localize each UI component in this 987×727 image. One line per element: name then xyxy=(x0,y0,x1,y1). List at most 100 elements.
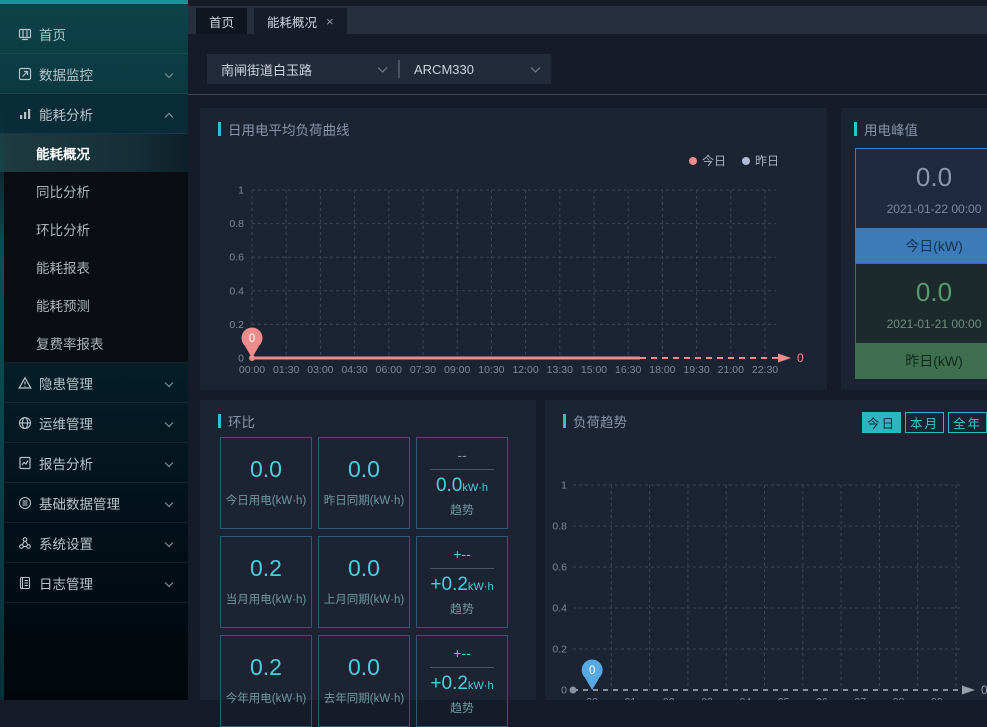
svg-text:0.6: 0.6 xyxy=(552,562,567,574)
area-select[interactable]: 南闸街道白玉路 xyxy=(207,54,398,84)
sidebar-item-label: 数据监控 xyxy=(39,64,93,84)
device-select[interactable]: ARCM330 xyxy=(400,54,551,84)
huanbi-title: 环比 xyxy=(218,411,255,431)
sidebar-item-data-monitor[interactable]: 数据监控 xyxy=(0,54,188,94)
peak-date: 2021-01-21 00:00 xyxy=(856,317,987,331)
sidebar-subitem-tariff-report[interactable]: 复费率报表 xyxy=(0,324,188,362)
svg-text:0: 0 xyxy=(561,685,567,697)
analysis-icon xyxy=(18,107,32,121)
daily-load-curve-card: 日用电平均负荷曲线 今日 昨日 00.20.40.60.8100:0001:30… xyxy=(200,108,827,390)
svg-text:0: 0 xyxy=(797,351,804,365)
svg-text:03: 03 xyxy=(701,696,713,700)
sidebar-item-label: 运维管理 xyxy=(39,413,93,433)
trend-unit: kW·h xyxy=(468,680,494,692)
device-select-value: ARCM330 xyxy=(414,62,474,77)
svg-text:09:00: 09:00 xyxy=(444,364,470,376)
sidebar-subitem-energy-forecast[interactable]: 能耗预测 xyxy=(0,286,188,324)
trend-top: +-- xyxy=(453,547,471,561)
subitem-label: 能耗概况 xyxy=(36,143,90,163)
stat-cell-today-usage: 0.0 今日用电(kW·h) xyxy=(220,437,312,529)
svg-text:0.4: 0.4 xyxy=(229,285,244,297)
chevron-down-icon xyxy=(530,62,541,77)
database-icon xyxy=(18,496,32,510)
trend-label: 趋势 xyxy=(450,501,474,518)
trend-cell-month: +-- +0.2kW·h 趋势 xyxy=(416,536,508,628)
section-title-text: 日用电平均负荷曲线 xyxy=(228,119,350,139)
trend-cell-day: -- 0.0kW·h 趋势 xyxy=(416,437,508,529)
load-trend-chart: 00.20.40.60.810001020304050607080900 xyxy=(545,400,987,700)
tab-energy-overview[interactable]: 能耗概况 × xyxy=(254,8,347,34)
sidebar-subitem-energy-overview[interactable]: 能耗概况 xyxy=(0,134,188,172)
sidebar-item-ops-mgmt[interactable]: 运维管理 xyxy=(0,403,188,443)
ops-icon xyxy=(18,416,32,430)
sidebar-item-report-analysis[interactable]: 报告分析 xyxy=(0,443,188,483)
stat-label: 今年用电(kW·h) xyxy=(226,690,307,706)
trend-divider xyxy=(430,568,494,569)
sidebar-item-label: 能耗分析 xyxy=(39,104,93,124)
range-button-year[interactable]: 全年 xyxy=(948,412,987,433)
svg-text:12:00: 12:00 xyxy=(512,364,538,376)
svg-text:0.2: 0.2 xyxy=(229,319,244,331)
close-icon[interactable]: × xyxy=(326,15,334,28)
stat-value: 0.0 xyxy=(250,458,282,481)
sidebar-item-label: 隐患管理 xyxy=(39,373,93,393)
area-select-value: 南闸街道白玉路 xyxy=(221,60,312,79)
trend-mid-value: 0.0 xyxy=(436,475,462,496)
sidebar-item-label: 基础数据管理 xyxy=(39,493,120,513)
sidebar-item-label: 首页 xyxy=(39,24,66,44)
range-button-month[interactable]: 本月 xyxy=(905,412,944,433)
filter-bar: 南闸街道白玉路 ARCM330 xyxy=(207,54,551,84)
svg-text:05: 05 xyxy=(778,696,790,700)
svg-text:16:30: 16:30 xyxy=(615,364,641,376)
svg-text:15:00: 15:00 xyxy=(581,364,607,376)
tab-bar: 首页 能耗概况 × xyxy=(188,0,987,34)
svg-text:19:30: 19:30 xyxy=(683,364,709,376)
sidebar-item-hazard-mgmt[interactable]: 隐患管理 xyxy=(0,363,188,403)
report-icon xyxy=(18,456,32,470)
section-title-text: 环比 xyxy=(228,411,255,431)
svg-text:06:00: 06:00 xyxy=(376,364,402,376)
svg-text:1: 1 xyxy=(561,480,567,492)
stat-cell-year-usage: 0.2 今年用电(kW·h) xyxy=(220,635,312,727)
trend-unit: kW·h xyxy=(462,482,488,494)
sidebar-subitem-mom-analysis[interactable]: 环比分析 xyxy=(0,210,188,248)
svg-text:00: 00 xyxy=(586,696,598,700)
svg-text:0: 0 xyxy=(238,353,244,365)
svg-text:06: 06 xyxy=(816,696,828,700)
sidebar-item-log-mgmt[interactable]: 日志管理 xyxy=(0,563,188,603)
stat-cell-lastmonth-usage: 0.0 上月同期(kW·h) xyxy=(318,536,410,628)
load-trend-card: 负荷趋势 今日 本月 全年 00.20.40.60.81000102030405… xyxy=(545,400,987,700)
svg-text:0.2: 0.2 xyxy=(552,644,567,656)
tab-home[interactable]: 首页 xyxy=(196,8,247,34)
chevron-down-icon xyxy=(164,535,174,550)
stat-cell-month-usage: 0.2 当月用电(kW·h) xyxy=(220,536,312,628)
svg-text:0: 0 xyxy=(249,333,255,345)
svg-text:07: 07 xyxy=(854,696,866,700)
log-icon xyxy=(18,576,32,590)
svg-text:0.6: 0.6 xyxy=(229,252,244,264)
title-accent-bar xyxy=(563,414,566,428)
stat-cell-lastyear-usage: 0.0 去年同期(kW·h) xyxy=(318,635,410,727)
subitem-label: 能耗报表 xyxy=(36,257,90,277)
sidebar-item-home[interactable]: 首页 xyxy=(0,14,188,54)
peak-card-yesterday: 0.0 2021-01-21 00:00 昨日(kW) xyxy=(855,263,987,379)
svg-text:22:30: 22:30 xyxy=(752,364,778,376)
svg-text:08: 08 xyxy=(893,696,905,700)
sidebar-subitem-yoy-analysis[interactable]: 同比分析 xyxy=(0,172,188,210)
sidebar-item-energy-analysis[interactable]: 能耗分析 xyxy=(0,94,188,134)
sidebar-item-label: 系统设置 xyxy=(39,533,93,553)
trend-cell-year: +-- +0.2kW·h 趋势 xyxy=(416,635,508,727)
sidebar-subitem-energy-report[interactable]: 能耗报表 xyxy=(0,248,188,286)
svg-text:02: 02 xyxy=(663,696,675,700)
chevron-up-icon xyxy=(164,106,174,121)
svg-text:04:30: 04:30 xyxy=(341,364,367,376)
subitem-label: 环比分析 xyxy=(36,219,90,239)
range-button-today[interactable]: 今日 xyxy=(862,412,901,433)
sidebar-item-system-settings[interactable]: 系统设置 xyxy=(0,523,188,563)
stat-label: 去年同期(kW·h) xyxy=(324,690,405,706)
title-accent-bar xyxy=(218,122,221,136)
peak-footer-label: 今日(kW) xyxy=(855,228,987,264)
trend-divider xyxy=(430,469,494,470)
svg-text:01: 01 xyxy=(625,696,637,700)
sidebar-item-base-data-mgmt[interactable]: 基础数据管理 xyxy=(0,483,188,523)
